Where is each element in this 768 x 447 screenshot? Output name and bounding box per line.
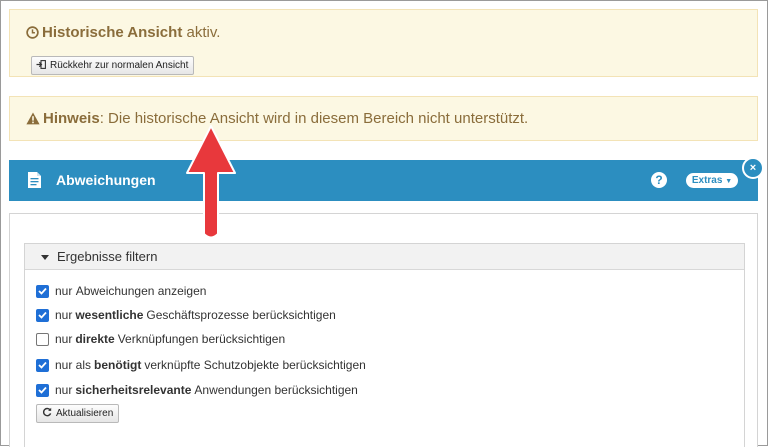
document-icon	[27, 171, 42, 194]
hint-label: Hinweis	[43, 110, 100, 127]
filter-option-security-relevant[interactable]: nur sicherheitsrelevante Anwendungen berüc…	[36, 383, 358, 397]
option-text-post: verknüpfte Schutzobjekte berücksichtigen	[144, 358, 366, 372]
option-text-pre: nur	[55, 284, 73, 298]
filter-option-direct-links[interactable]: nur direkte Verknüpfungen berücksichtigen	[36, 332, 285, 346]
option-text-post: Geschäftsprozesse berücksichtigen	[146, 308, 336, 322]
option-text-bold: direkte	[75, 332, 115, 346]
option-text-post: Verknüpfungen berücksichtigen	[117, 332, 286, 346]
deviations-panel-header: Abweichungen ? Extras ▼	[9, 160, 758, 201]
hint-message: Hinweis: Die historische Ansicht wird in…	[26, 110, 528, 129]
return-normal-view-button[interactable]: Rückkehr zur normalen Ansicht	[31, 56, 195, 75]
exit-icon	[36, 59, 46, 72]
return-normal-view-label: Rückkehr zur normalen Ansicht	[50, 60, 189, 71]
hint-text: Die historische Ansicht wird in diesem B…	[108, 110, 529, 127]
help-icon[interactable]: ?	[651, 172, 667, 188]
extras-label: Extras	[691, 175, 723, 186]
refresh-button[interactable]: Aktualisieren	[36, 404, 120, 423]
option-text-pre: nur	[55, 332, 73, 346]
checkbox-checked[interactable]	[36, 284, 49, 298]
panel-title: Abweichungen	[56, 172, 156, 188]
refresh-label: Aktualisieren	[56, 408, 114, 419]
option-text-bold: sicherheitsrelevante	[75, 383, 192, 397]
historical-view-alert: Historische Ansicht aktiv. Rückkehr zur …	[9, 9, 758, 77]
warning-icon	[26, 112, 40, 129]
clock-icon	[26, 26, 39, 43]
checkbox-checked[interactable]	[36, 308, 49, 322]
option-text-pre: nur	[55, 308, 73, 322]
caret-down-icon: ▼	[725, 178, 733, 185]
option-text-bold: benötigt	[94, 358, 142, 372]
option-text-post: Abweichungen anzeigen	[75, 284, 207, 298]
filter-option-required-objects[interactable]: nur als benötigt verknüpfte Schutzobjekte …	[36, 358, 366, 372]
refresh-icon	[42, 407, 52, 420]
historical-view-message: Historische Ansicht aktiv.	[26, 24, 220, 43]
extras-dropdown-button[interactable]: Extras ▼	[686, 173, 738, 188]
option-text-pre: nur	[55, 383, 73, 397]
close-icon[interactable]: ×	[742, 157, 764, 179]
hint-alert: Hinweis: Die historische Ansicht wird in…	[9, 96, 758, 141]
filter-option-essential-processes[interactable]: nur wesentliche Geschäftsprozesse berücksi…	[36, 308, 336, 322]
checkbox-checked[interactable]	[36, 383, 49, 397]
historical-view-status: aktiv.	[186, 24, 221, 41]
option-text-bold: wesentliche	[75, 308, 144, 322]
caret-down-icon	[41, 255, 49, 260]
filter-results-title: Ergebnisse filtern	[57, 249, 158, 264]
filter-option-deviations[interactable]: nur Abweichungen anzeigen	[36, 284, 206, 298]
filter-results-toggle[interactable]: Ergebnisse filtern	[25, 244, 744, 270]
option-text-post: Anwendungen berücksichtigen	[194, 383, 358, 397]
red-arrow-up-icon	[186, 125, 236, 239]
option-text-pre: nur als	[55, 358, 92, 372]
checkbox-unchecked[interactable]	[36, 332, 49, 346]
checkbox-checked[interactable]	[36, 358, 49, 372]
historical-view-title: Historische Ansicht	[42, 24, 183, 41]
